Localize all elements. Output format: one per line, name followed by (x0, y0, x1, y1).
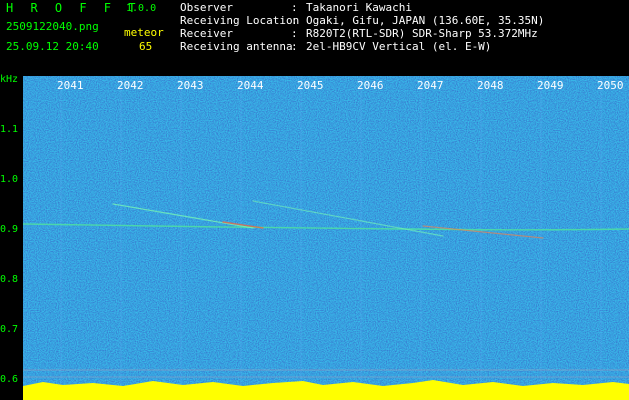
spectrogram (23, 76, 629, 400)
meteor-count-label: meteor (124, 26, 164, 39)
x-tick-label: 2050 (597, 79, 624, 92)
y-tick-label: 0.9 (0, 224, 19, 235)
y-tick-label: 0.7 (0, 324, 19, 335)
meta-receiver-sep: : (291, 27, 298, 40)
meta-location-sep: : (291, 14, 298, 27)
y-axis: kHz 1.1 1.0 0.9 0.8 0.7 0.6 (0, 74, 23, 400)
y-tick-label: 0.8 (0, 274, 19, 285)
x-tick-label: 2046 (357, 79, 384, 92)
x-tick-label: 2048 (477, 79, 504, 92)
y-tick-label: 1.1 (0, 124, 19, 135)
meta-observer-sep: : (291, 1, 298, 14)
y-tick-label: 0.6 (0, 374, 19, 385)
x-tick-label: 2049 (537, 79, 564, 92)
meta-location-value: Ogaki, Gifu, JAPAN (136.60E, 35.35N) (306, 14, 545, 27)
header-panel: H R O F F T 1.0.0 2509122040.png 25.09.1… (0, 0, 629, 74)
meta-antenna-sep: : (291, 40, 298, 53)
meta-observer-key: Observer (180, 1, 233, 14)
meta-observer-value: Takanori Kawachi (306, 1, 412, 14)
app-title: H R O F F T (6, 1, 141, 15)
x-tick-label: 2044 (237, 79, 264, 92)
spectrogram-canvas (23, 76, 629, 400)
meteor-count-value: 65 (139, 40, 153, 53)
x-tick-label: 2047 (417, 79, 444, 92)
app-version: 1.0.0 (126, 3, 157, 14)
meta-receiver-value: R820T2(RTL-SDR) SDR-Sharp 53.372MHz (306, 27, 538, 40)
meta-antenna-key: Receiving antenna (180, 40, 293, 53)
x-tick-label: 2041 (57, 79, 84, 92)
y-tick-label: 1.0 (0, 174, 19, 185)
file-name: 2509122040.png (6, 20, 99, 33)
meta-location-key: Receiving Location (180, 14, 300, 27)
x-tick-label: 2043 (177, 79, 204, 92)
capture-datetime: 25.09.12 20:40 (6, 40, 99, 53)
y-axis-unit: kHz (0, 74, 19, 85)
meta-receiver-key: Receiver (180, 27, 233, 40)
meta-antenna-value: 2el-HB9CV Vertical (el. E-W) (306, 40, 492, 53)
x-tick-label: 2042 (117, 79, 144, 92)
x-tick-label: 2045 (297, 79, 324, 92)
